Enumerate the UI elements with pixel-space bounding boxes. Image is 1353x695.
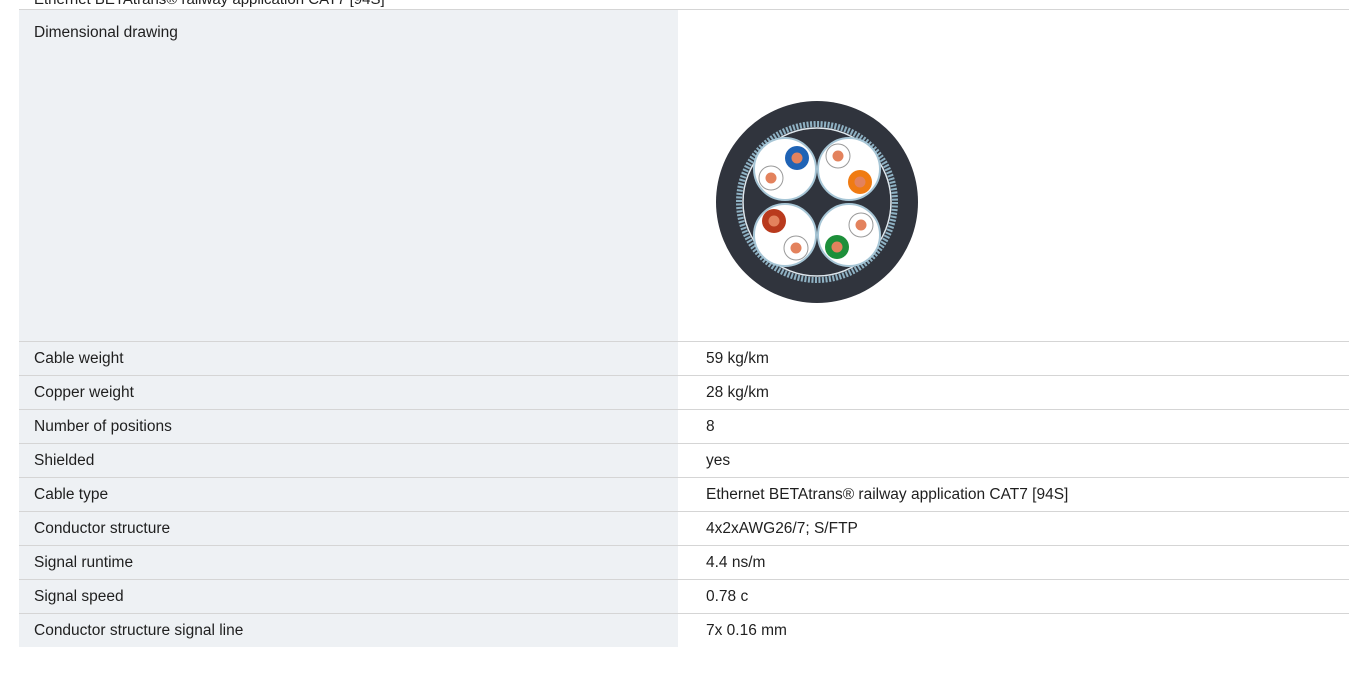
row-value: 28 kg/km xyxy=(678,376,1349,409)
row-label: Signal runtime xyxy=(19,546,678,579)
row-label: Conductor structure signal line xyxy=(19,614,678,647)
row-label: Signal speed xyxy=(19,580,678,613)
row-value: 7x 0.16 mm xyxy=(678,614,1349,647)
pair-brown-white xyxy=(753,203,817,267)
table-row: Signal runtime 4.4 ns/m xyxy=(19,545,1349,579)
row-label: Copper weight xyxy=(19,376,678,409)
table-row: Conductor structure 4x2xAWG26/7; S/FTP xyxy=(19,511,1349,545)
table-row: Cable weight 59 kg/km xyxy=(19,341,1349,375)
table-row: Shielded yes xyxy=(19,443,1349,477)
row-label: Cable weight xyxy=(19,342,678,375)
table-row: Signal speed 0.78 c xyxy=(19,579,1349,613)
row-label: Conductor structure xyxy=(19,512,678,545)
table-row: Cable type Ethernet BETAtrans® railway a… xyxy=(19,477,1349,511)
row-value: 0.78 c xyxy=(678,580,1349,613)
top-cut-off-row: Ethernet BETAtrans® railway application … xyxy=(0,0,1353,9)
row-label: Number of positions xyxy=(19,410,678,443)
table-row: Number of positions 8 xyxy=(19,409,1349,443)
technical-data-table: Dimensional drawing Cable weight 59 kg/k… xyxy=(19,9,1349,647)
row-value: 4.4 ns/m xyxy=(678,546,1349,579)
pair-blue-white xyxy=(753,137,817,201)
row-value: yes xyxy=(678,444,1349,477)
row-value: 4x2xAWG26/7; S/FTP xyxy=(678,512,1349,545)
row-label: Cable type xyxy=(19,478,678,511)
table-row-dimensional-drawing: Dimensional drawing xyxy=(19,9,1349,341)
cable-cross-section-image xyxy=(716,101,918,303)
row-value: Ethernet BETAtrans® railway application … xyxy=(678,478,1349,511)
pair-green-white xyxy=(817,203,881,267)
row-value-drawing xyxy=(678,10,1349,341)
pair-orange-white xyxy=(817,137,881,201)
row-value: 8 xyxy=(678,410,1349,443)
table-row: Conductor structure signal line 7x 0.16 … xyxy=(19,613,1349,647)
row-value: 59 kg/km xyxy=(678,342,1349,375)
row-label: Shielded xyxy=(19,444,678,477)
top-cut-off-text: Ethernet BETAtrans® railway application … xyxy=(34,0,385,9)
row-label: Dimensional drawing xyxy=(19,10,678,341)
table-row: Copper weight 28 kg/km xyxy=(19,375,1349,409)
